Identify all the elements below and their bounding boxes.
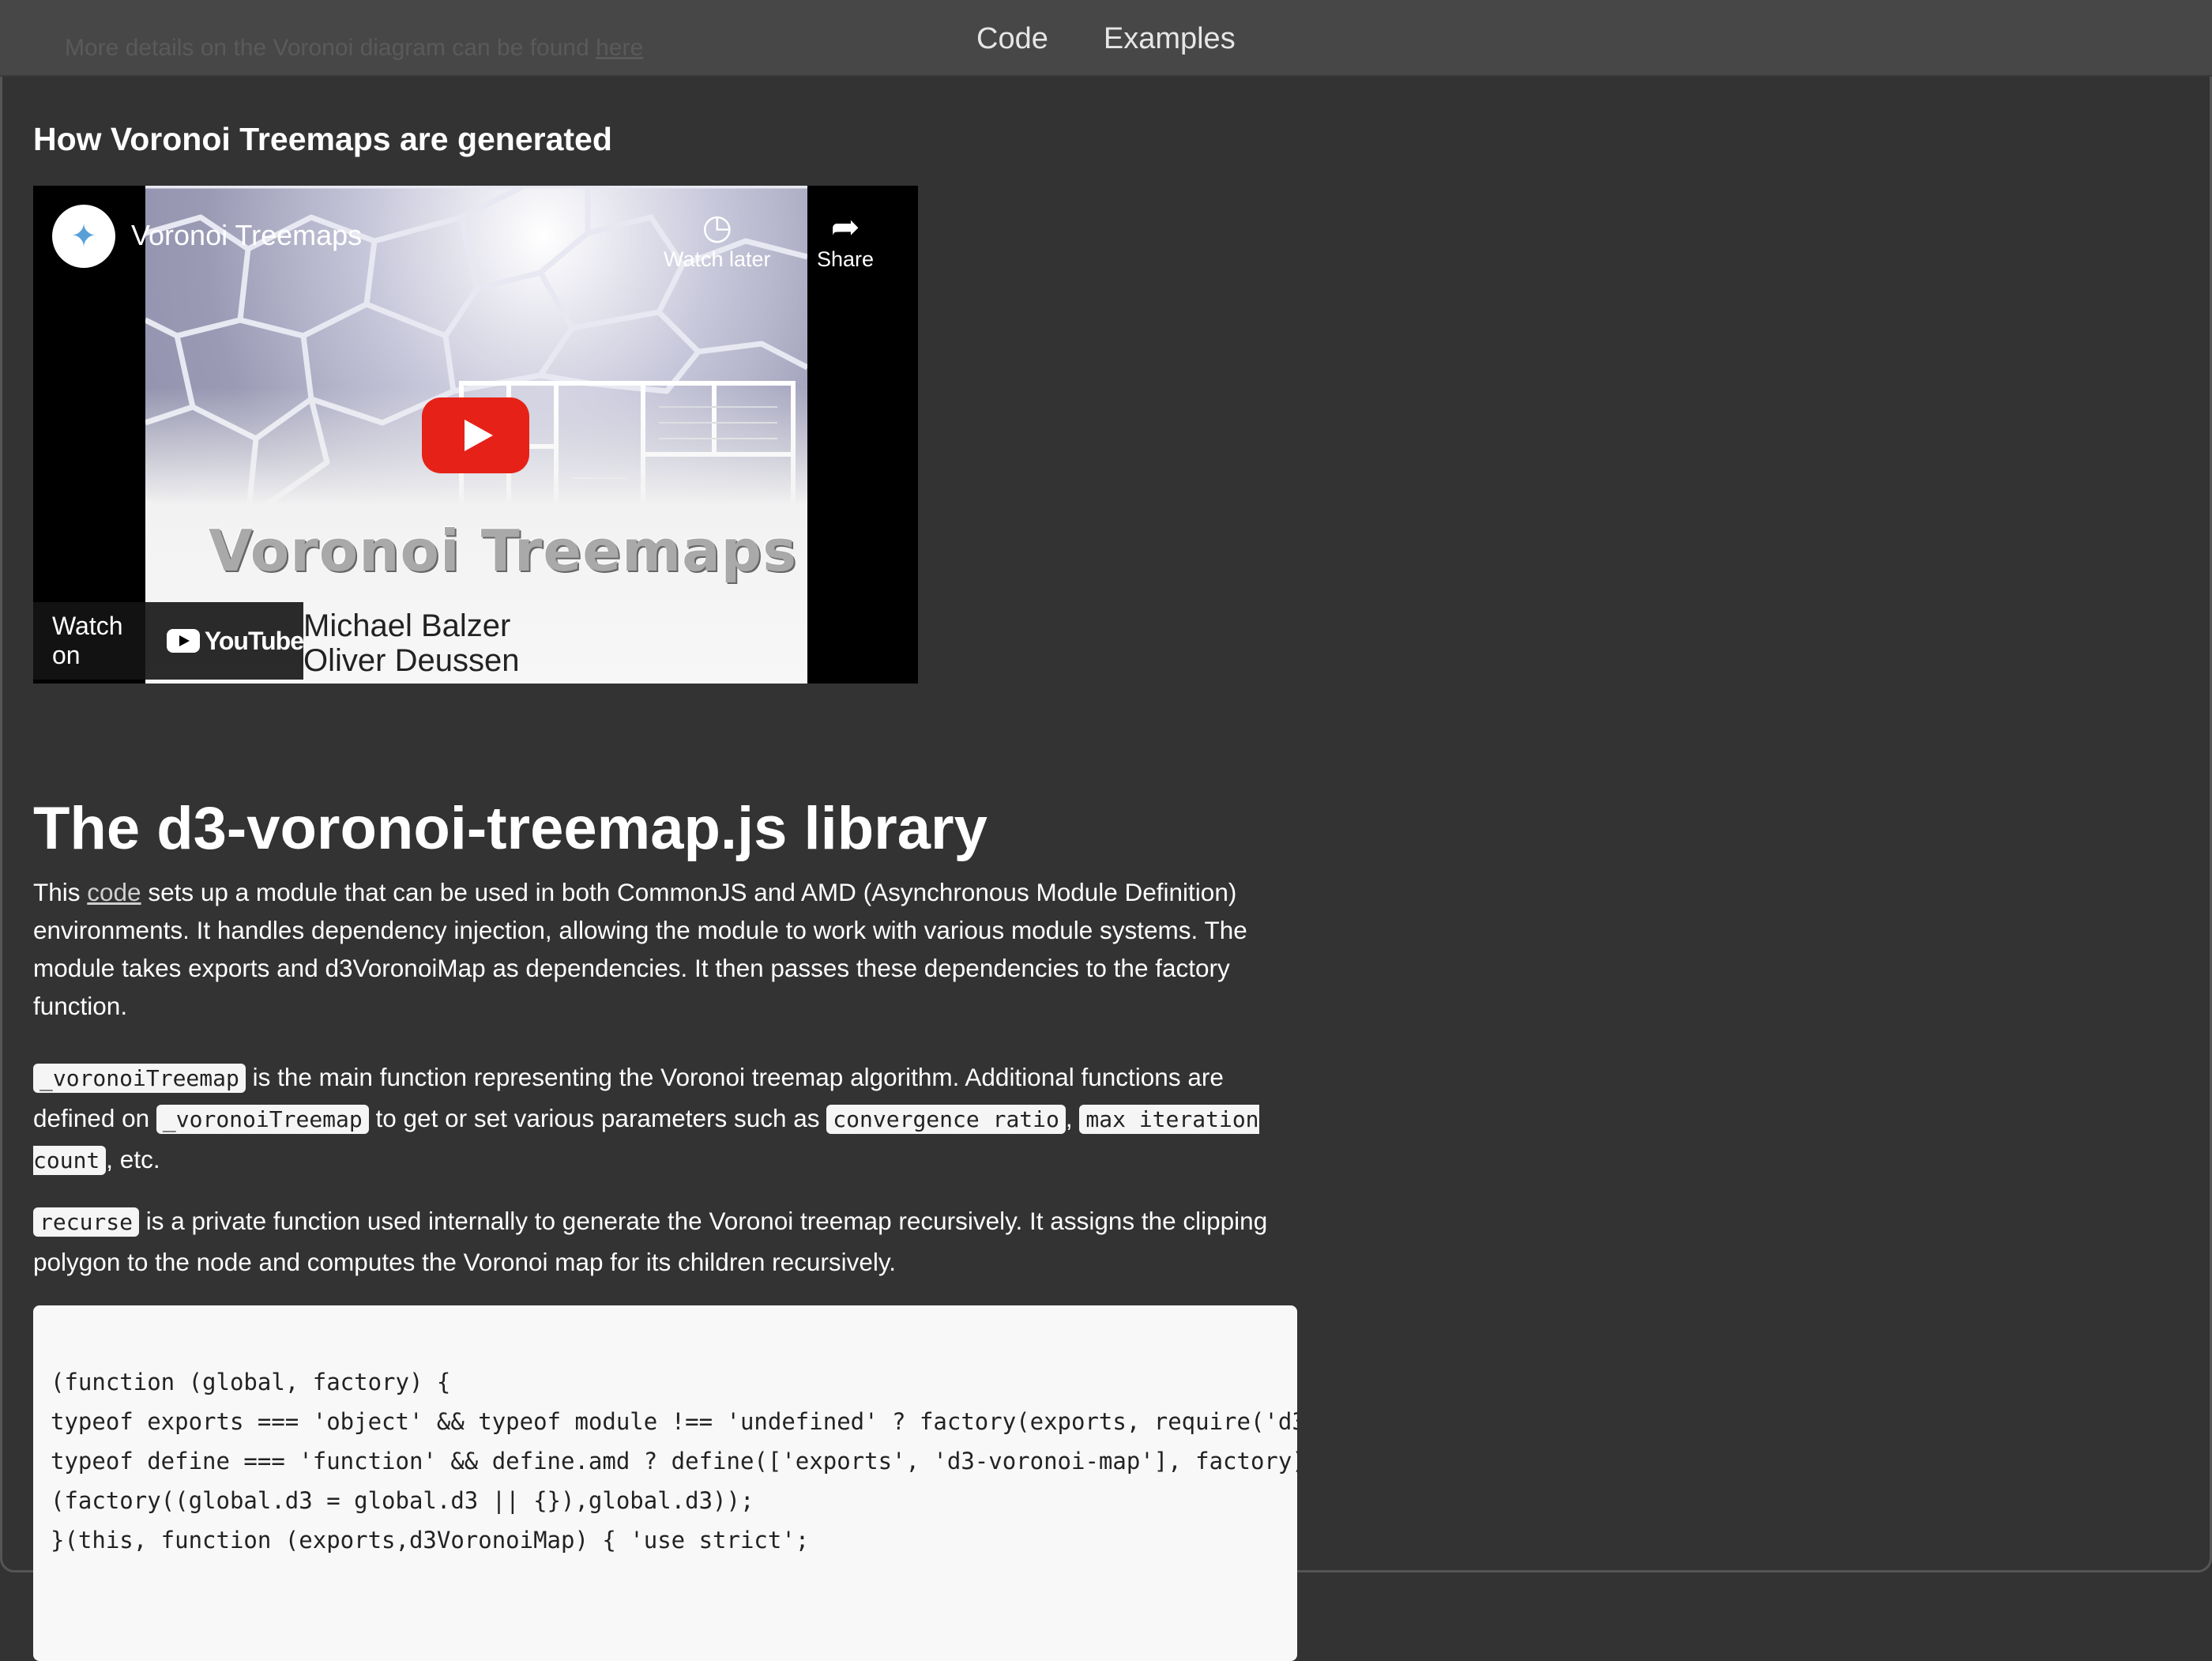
thumbnail-title-text: Voronoi Treemaps <box>209 518 798 584</box>
faded-background-text: More details on the Voronoi diagram can … <box>65 35 644 61</box>
inline-code: _voronoiTreemap <box>33 1064 246 1093</box>
author-name: Oliver Deussen <box>303 643 520 678</box>
code-link[interactable]: code <box>87 878 141 906</box>
inline-code: _voronoiTreemap <box>156 1105 369 1134</box>
share-label: Share <box>817 247 875 271</box>
watch-later-button[interactable]: ◷ Watch later <box>664 208 771 272</box>
watch-later-label: Watch later <box>664 247 771 271</box>
clock-icon: ◷ <box>702 208 732 247</box>
paragraph-intro: This code sets up a module that can be u… <box>33 878 1247 1020</box>
faded-here-link[interactable]: here <box>596 35 643 61</box>
code-block[interactable]: (function (global, factory) { typeof exp… <box>33 1305 1297 1661</box>
youtube-logo-icon: YouTube <box>166 627 304 656</box>
youtube-video-embed[interactable]: Voronoi Treemaps Michael Balzer Oliver D… <box>33 186 918 684</box>
paragraph-recurse: recurse is a private function used inter… <box>33 1207 1268 1276</box>
paragraph-voronoi-treemap: _voronoiTreemap is the main function rep… <box>33 1063 1259 1175</box>
inline-code: convergence ratio <box>826 1105 1066 1134</box>
code-line: (factory((global.d3 = global.d3 || {}),g… <box>51 1487 754 1514</box>
share-button[interactable]: ➦ Share <box>817 208 874 272</box>
thumbnail-authors: Michael Balzer Oliver Deussen <box>303 608 519 678</box>
play-button[interactable] <box>422 397 529 473</box>
watch-on-label: Watch on <box>52 612 123 669</box>
library-title: The d3-voronoi-treemap.js library <box>33 795 988 862</box>
top-navigation-bar: More details on the Voronoi diagram can … <box>0 0 2212 77</box>
code-line: }(this, function (exports,d3VoronoiMap) … <box>51 1527 810 1554</box>
code-line: (function (global, factory) { <box>51 1369 451 1395</box>
inline-code: recurse <box>33 1207 140 1237</box>
watch-on-youtube-button[interactable]: Watch on YouTube <box>33 602 304 680</box>
nav-link-examples[interactable]: Examples <box>1104 22 1236 56</box>
share-arrow-icon: ➦ <box>830 208 860 247</box>
channel-avatar-icon[interactable]: ✦ <box>52 205 115 268</box>
video-title[interactable]: Voronoi Treemaps <box>131 219 362 252</box>
nav-links: Code Examples <box>976 22 1236 56</box>
author-name: Michael Balzer <box>303 608 511 643</box>
section-heading: How Voronoi Treemaps are generated <box>33 121 612 157</box>
nav-link-code[interactable]: Code <box>976 22 1048 56</box>
code-line: typeof define === 'function' && define.a… <box>51 1448 1297 1475</box>
code-line: typeof exports === 'object' && typeof mo… <box>51 1408 1297 1435</box>
